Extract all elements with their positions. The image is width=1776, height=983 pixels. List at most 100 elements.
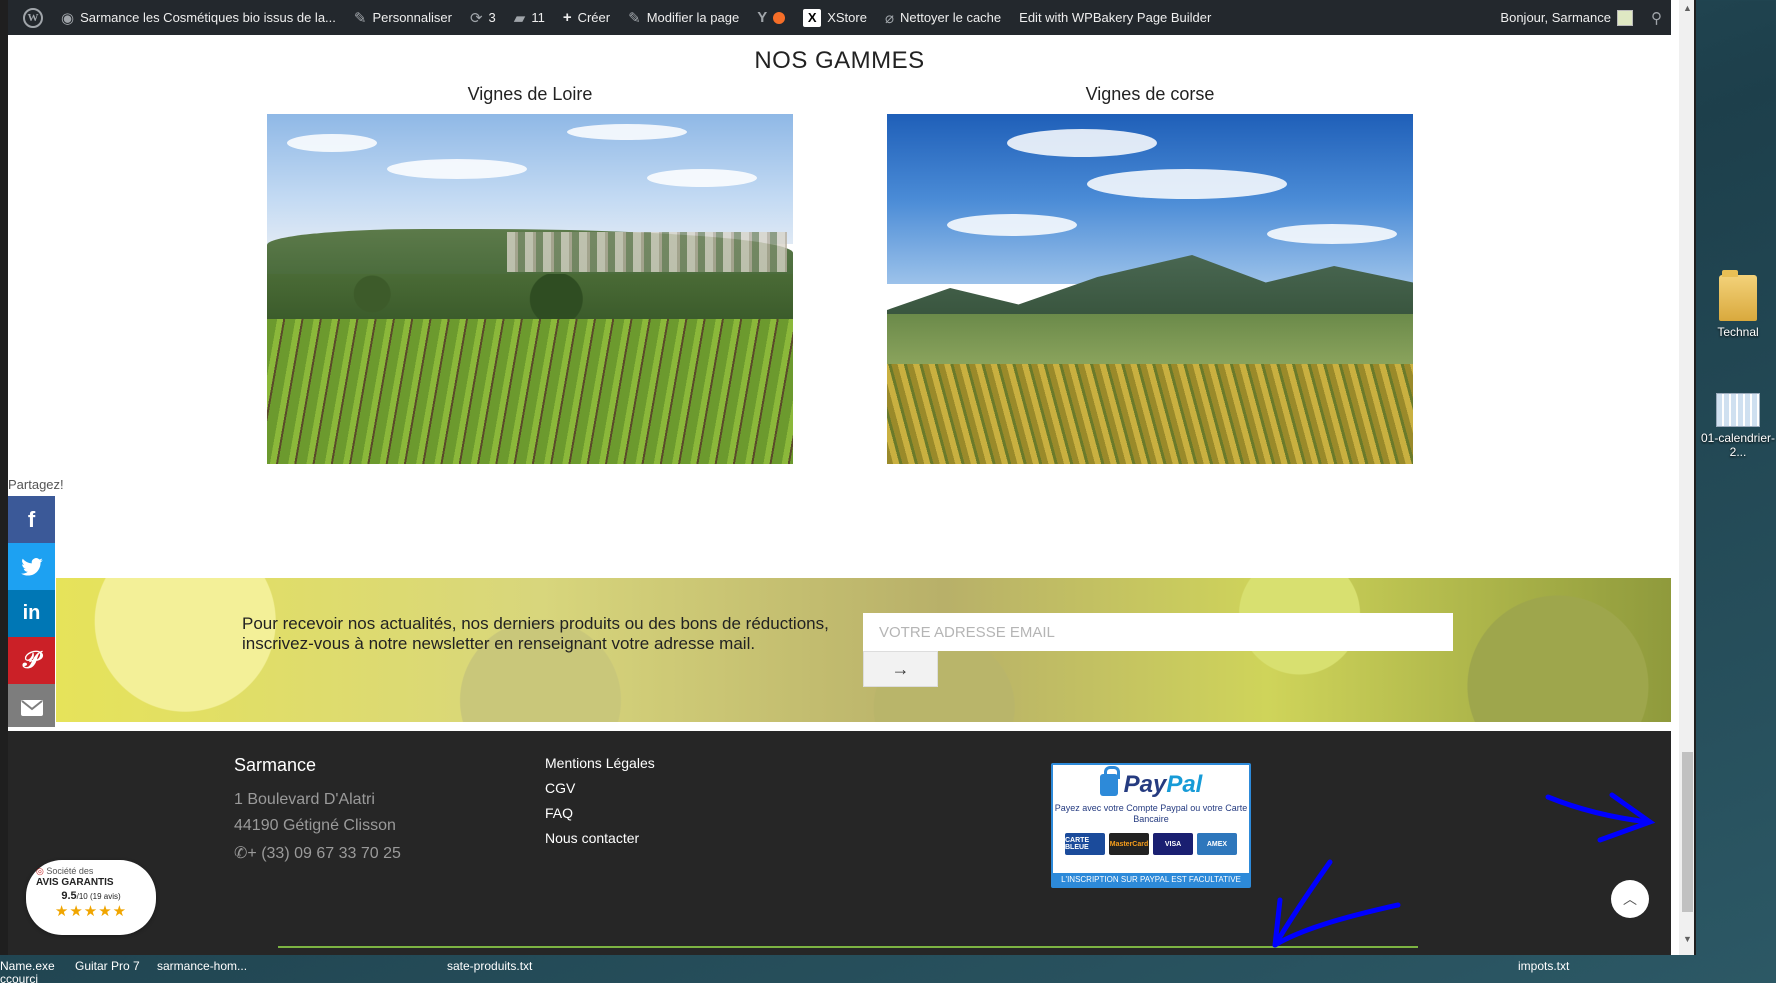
visa-icon: VISA bbox=[1153, 833, 1193, 855]
gallery-label-corse: Vignes de corse bbox=[1085, 84, 1215, 104]
vineyard-loire-image[interactable] bbox=[267, 114, 793, 464]
updates-count: 3 bbox=[488, 10, 496, 25]
clear-cache-link[interactable]: ⌀ Nettoyer le cache bbox=[876, 0, 1010, 35]
footer-link-cgv[interactable]: CGV bbox=[545, 780, 575, 796]
footer-link-faq[interactable]: FAQ bbox=[545, 805, 573, 821]
xstore-icon: X bbox=[803, 8, 822, 27]
share-linkedin-button[interactable]: in bbox=[8, 590, 55, 637]
updates-link[interactable]: ⟳ 3 bbox=[461, 0, 505, 35]
facebook-icon: f bbox=[27, 506, 36, 532]
taskbar-item[interactable]: impots.txt bbox=[1518, 959, 1569, 973]
vineyard-corse-image[interactable] bbox=[887, 114, 1413, 464]
wp-admin-bar: W ◉ Sarmance les Cosmétiques bio issus d… bbox=[8, 0, 1671, 35]
new-content-link[interactable]: + Créer bbox=[554, 0, 619, 35]
lock-icon bbox=[1099, 766, 1120, 796]
back-to-top-button[interactable]: ︿ bbox=[1611, 880, 1649, 918]
footer-brand: Sarmance bbox=[234, 755, 317, 775]
desktop-icon-technal[interactable]: Technal bbox=[1698, 270, 1776, 339]
paypal-subtitle: Payez avec votre Compte Paypal ou votre … bbox=[1054, 803, 1248, 824]
arrow-right-icon: → bbox=[891, 658, 910, 679]
taskbar-item[interactable]: Guitar Pro 7 bbox=[75, 959, 140, 973]
scroll-up-icon[interactable]: ▲ bbox=[1682, 3, 1693, 14]
footer-link-contact[interactable]: Nous contacter bbox=[545, 830, 639, 846]
avatar bbox=[1617, 9, 1633, 26]
share-email-button[interactable] bbox=[8, 684, 55, 731]
folder-icon bbox=[1719, 270, 1757, 321]
browser-window: W ◉ Sarmance les Cosmétiques bio issus d… bbox=[0, 0, 1696, 955]
desktop-taskbar: Name.exe Guitar Pro 7 sarmance-hom... sa… bbox=[0, 955, 1776, 983]
amex-icon: AMEX bbox=[1197, 833, 1237, 855]
avis-line2: AVIS GARANTIS bbox=[36, 877, 114, 888]
wpbakery-link[interactable]: Edit with WPBakery Page Builder bbox=[1010, 0, 1220, 35]
wordpress-icon: W bbox=[23, 7, 43, 28]
greeting-label: Bonjour, Sarmance bbox=[1500, 10, 1611, 25]
dashboard-icon: ◉ bbox=[61, 9, 75, 27]
newsletter-submit-button[interactable]: → bbox=[863, 651, 938, 687]
section-title: NOS GAMMES bbox=[754, 47, 925, 74]
avis-score: 9.5/10 (19 avis) bbox=[61, 890, 121, 902]
seo-status-dot-icon bbox=[773, 11, 786, 24]
avis-garantis-badge[interactable]: ◎ Société des AVIS GARANTIS 9.5/10 (19 a… bbox=[26, 860, 156, 935]
wp-logo-button[interactable]: W bbox=[8, 0, 52, 35]
phone-icon: ✆ bbox=[234, 845, 248, 862]
pencil-icon: ✎ bbox=[628, 9, 641, 27]
carte-bleue-icon: CARTE BLEUE bbox=[1065, 833, 1105, 855]
desktop-icon-label: Technal bbox=[1717, 325, 1759, 339]
share-twitter-button[interactable] bbox=[8, 543, 55, 590]
page-scrollbar[interactable]: ▲ ▼ bbox=[1679, 0, 1694, 955]
taskbar-item[interactable]: sarmance-hom... bbox=[157, 959, 247, 973]
spreadsheet-icon bbox=[1716, 393, 1760, 427]
newsletter-email-input[interactable] bbox=[863, 613, 1453, 651]
taskbar-item[interactable]: sate-produits.txt bbox=[447, 959, 532, 973]
phone-number: + (33) 09 67 33 70 25 bbox=[247, 845, 401, 862]
plus-icon: + bbox=[562, 9, 572, 26]
share-label: Partagez! bbox=[8, 477, 64, 492]
newsletter-section: Pour recevoir nos actualités, nos dernie… bbox=[56, 578, 1671, 722]
taskbar-item[interactable]: ccourci bbox=[0, 972, 38, 983]
edit-page-label: Modifier la page bbox=[646, 10, 740, 25]
desktop-icon-calendrier[interactable]: 01-calendrier-2... bbox=[1698, 393, 1776, 459]
comments-count: 11 bbox=[531, 10, 545, 25]
gallery-label-loire: Vignes de Loire bbox=[467, 84, 593, 104]
footer-address-line2: 44190 Gétigné Clisson bbox=[234, 817, 396, 834]
paypal-logo: PayPal bbox=[1123, 771, 1203, 798]
envelope-icon bbox=[20, 699, 43, 716]
refresh-icon: ⟳ bbox=[469, 9, 483, 27]
mastercard-icon: MasterCard bbox=[1109, 833, 1149, 855]
site-footer: Sarmance 1 Boulevard D'Alatri 44190 Géti… bbox=[8, 727, 1671, 955]
edit-page-link[interactable]: ✎ Modifier la page bbox=[619, 0, 748, 35]
scrollbar-thumb[interactable] bbox=[1682, 752, 1693, 912]
comment-icon: ▰ bbox=[513, 9, 526, 27]
avis-line1: ◎ Société des bbox=[36, 866, 94, 876]
share-pinterest-button[interactable]: 𝒫 bbox=[8, 637, 55, 684]
pinterest-icon: 𝒫 bbox=[22, 646, 41, 674]
paypal-badge: PayPal Payez avec votre Compte Paypal ou… bbox=[1051, 763, 1251, 888]
broom-icon: ⌀ bbox=[884, 9, 894, 27]
comments-link[interactable]: ▰ 11 bbox=[505, 0, 554, 35]
yoast-icon: Y bbox=[757, 9, 768, 26]
linkedin-icon: in bbox=[22, 602, 41, 624]
share-facebook-button[interactable]: f bbox=[8, 496, 55, 543]
search-icon: ⚲ bbox=[1651, 9, 1662, 27]
footer-link-mentions-legales[interactable]: Mentions Légales bbox=[545, 755, 655, 771]
customize-link[interactable]: ✎ Personnaliser bbox=[345, 0, 461, 35]
scroll-down-icon[interactable]: ▼ bbox=[1682, 934, 1693, 945]
footer-divider bbox=[278, 946, 1418, 948]
wpbakery-label: Edit with WPBakery Page Builder bbox=[1019, 10, 1212, 25]
site-title: Sarmance les Cosmétiques bio issus de la… bbox=[80, 10, 336, 25]
site-name-link[interactable]: ◉ Sarmance les Cosmétiques bio issus de … bbox=[52, 0, 345, 35]
xstore-link[interactable]: X XStore bbox=[794, 0, 876, 35]
taskbar-item[interactable]: Name.exe bbox=[0, 959, 55, 973]
admin-search-button[interactable]: ⚲ bbox=[1642, 0, 1671, 35]
yoast-seo-link[interactable]: Y bbox=[748, 0, 794, 35]
clear-cache-label: Nettoyer le cache bbox=[899, 10, 1002, 25]
new-label: Créer bbox=[577, 10, 611, 25]
brush-icon: ✎ bbox=[353, 9, 367, 27]
xstore-label: XStore bbox=[827, 10, 867, 25]
footer-address-line1: 1 Boulevard D'Alatri bbox=[234, 791, 375, 808]
newsletter-text: Pour recevoir nos actualités, nos dernie… bbox=[242, 614, 829, 653]
my-account-link[interactable]: Bonjour, Sarmance bbox=[1491, 0, 1642, 35]
star-rating-icon: ★★★★★ bbox=[54, 903, 128, 920]
paypal-footer-text: L'INSCRIPTION SUR PAYPAL EST FACULTATIVE bbox=[1053, 873, 1249, 886]
customize-label: Personnaliser bbox=[372, 10, 452, 25]
